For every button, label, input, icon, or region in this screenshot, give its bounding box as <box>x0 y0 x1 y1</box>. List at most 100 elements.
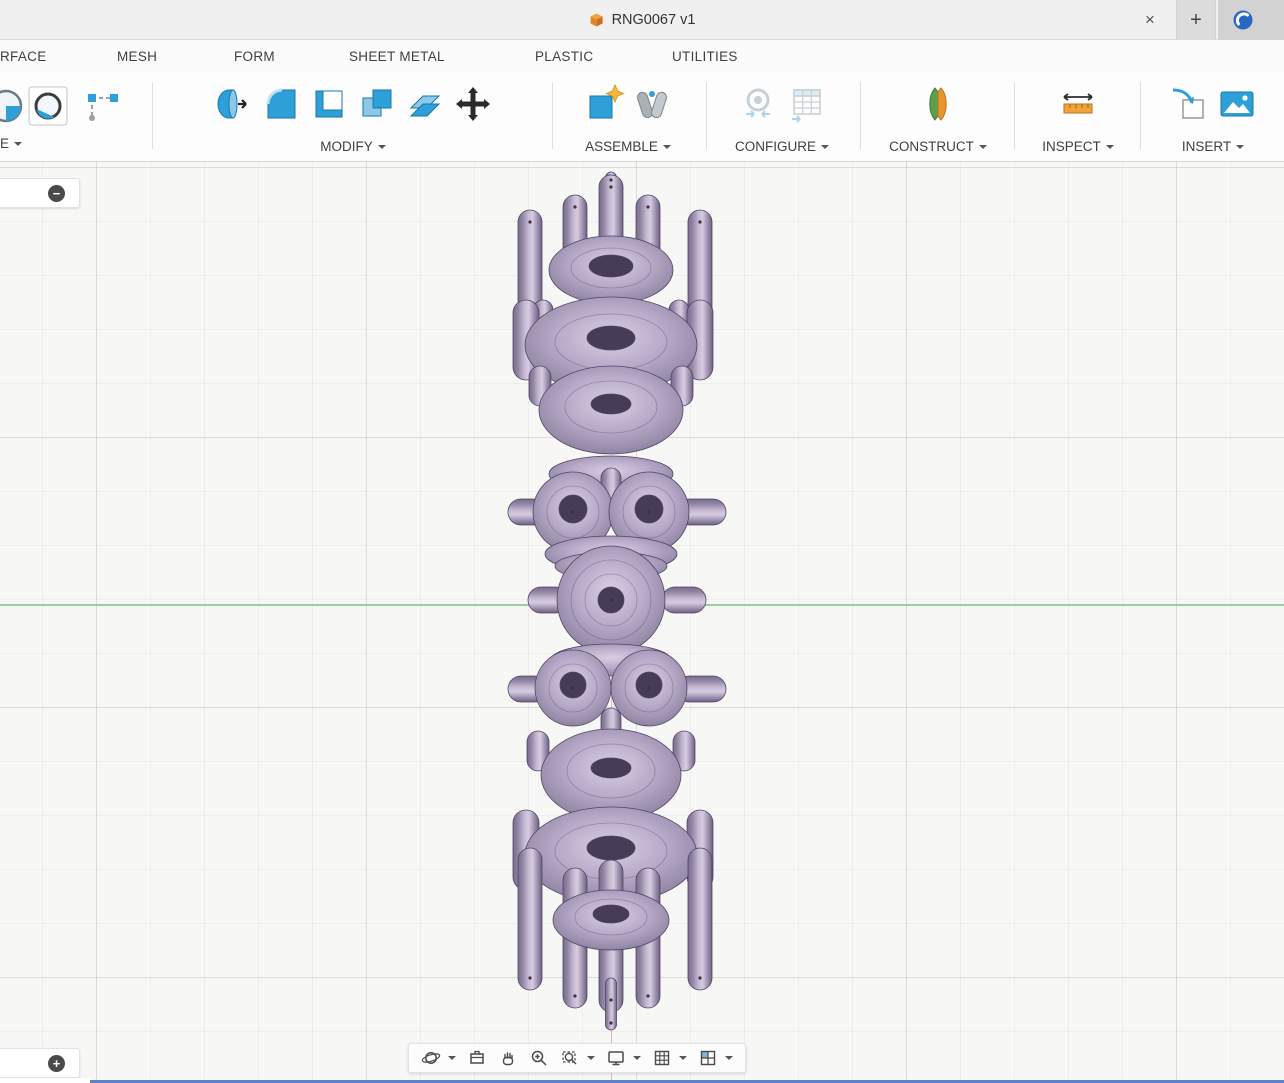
look-at-button[interactable] <box>464 1046 490 1070</box>
construct-icons-row <box>914 72 962 128</box>
create-menu-partial[interactable]: E <box>0 136 22 157</box>
tab-mesh[interactable]: MESH <box>117 40 157 72</box>
insert-image-icon[interactable] <box>1213 80 1261 128</box>
chevron-down-icon <box>14 142 22 150</box>
chevron-down-icon <box>979 145 987 153</box>
assemble-menu-label: ASSEMBLE <box>585 139 658 154</box>
workspace-tab-bar: RFACE MESH FORM SHEET METAL PLASTIC UTIL… <box>0 40 1284 72</box>
viewport-canvas[interactable]: − + <box>0 162 1284 1083</box>
toolbar-separator <box>152 82 153 149</box>
toolbar-separator <box>1014 82 1015 149</box>
chevron-down-icon <box>663 145 671 153</box>
document-tab[interactable]: RNG0067 v1 <box>589 0 696 40</box>
expand-button[interactable]: + <box>48 1055 65 1072</box>
display-settings-button[interactable] <box>603 1046 644 1070</box>
configuration-icon[interactable] <box>734 80 782 128</box>
browser-collapse-panel[interactable]: − <box>0 178 80 208</box>
chevron-down-icon <box>1236 145 1244 153</box>
new-component-icon[interactable] <box>580 80 628 128</box>
pan-button[interactable] <box>495 1046 521 1070</box>
sketch-constraint-icon[interactable] <box>84 84 128 133</box>
job-status-button[interactable] <box>1218 0 1284 40</box>
fusion-cube-icon <box>589 13 605 28</box>
toolbar-group-insert: INSERT <box>1150 72 1276 160</box>
assemble-icons-row <box>580 72 676 128</box>
zoom-window-button[interactable] <box>557 1046 598 1070</box>
chevron-down-icon <box>587 1056 595 1064</box>
chevron-down-icon <box>679 1056 687 1064</box>
insert-menu-label: INSERT <box>1182 139 1231 154</box>
chevron-down-icon <box>448 1056 456 1064</box>
chevron-down-icon <box>1106 145 1114 153</box>
configure-icons-row <box>734 72 830 128</box>
construction-plane-icon[interactable] <box>914 80 962 128</box>
zoom-window-icon <box>560 1048 580 1068</box>
modify-menu-label: MODIFY <box>320 139 373 154</box>
insert-menu[interactable]: INSERT <box>1182 139 1244 160</box>
model-3d[interactable] <box>490 168 740 1036</box>
construct-menu-label: CONSTRUCT <box>889 139 974 154</box>
toolbar-group-inspect: INSPECT <box>1022 72 1134 160</box>
modify-icons-row <box>209 72 497 128</box>
chevron-down-icon <box>378 145 386 153</box>
title-bar: RNG0067 v1 × + <box>0 0 1284 40</box>
collapse-button[interactable]: − <box>48 185 65 202</box>
combine-icon[interactable] <box>353 80 401 128</box>
timeline-expand-panel[interactable]: + <box>0 1048 80 1078</box>
grid-icon <box>652 1048 672 1068</box>
tab-surface-partial[interactable]: RFACE <box>0 40 47 72</box>
sphere-tool-icon[interactable] <box>26 84 70 133</box>
viewports-icon <box>698 1048 718 1068</box>
chevron-down-icon <box>633 1056 641 1064</box>
assemble-menu[interactable]: ASSEMBLE <box>585 139 671 160</box>
joint-icon[interactable] <box>628 80 676 128</box>
document-title: RNG0067 v1 <box>612 12 696 28</box>
look-at-icon <box>467 1048 487 1068</box>
tab-sheet-metal[interactable]: SHEET METAL <box>349 40 445 72</box>
pan-icon <box>498 1048 518 1068</box>
close-tab-button[interactable]: × <box>1134 0 1166 40</box>
chevron-down-icon <box>821 145 829 153</box>
fillet-icon[interactable] <box>257 80 305 128</box>
configure-menu-label: CONFIGURE <box>735 139 816 154</box>
sync-status-icon <box>1232 9 1254 31</box>
toolbar-separator <box>706 82 707 149</box>
configure-menu[interactable]: CONFIGURE <box>735 139 829 160</box>
move-copy-icon[interactable] <box>449 80 497 128</box>
timeline-corner <box>0 1078 90 1083</box>
toolbar-group-modify: MODIFY <box>162 72 544 160</box>
modify-menu[interactable]: MODIFY <box>320 139 386 160</box>
tab-utilities[interactable]: UTILITIES <box>672 40 738 72</box>
toolbar-group-construct: CONSTRUCT <box>880 72 996 160</box>
construct-menu[interactable]: CONSTRUCT <box>889 139 987 160</box>
partial-tool-icon[interactable] <box>0 84 28 133</box>
tab-form[interactable]: FORM <box>234 40 275 72</box>
insert-derive-icon[interactable] <box>1165 80 1213 128</box>
measure-icon[interactable] <box>1054 80 1102 128</box>
shell-icon[interactable] <box>305 80 353 128</box>
toolbar-separator <box>552 82 553 149</box>
orbit-button[interactable] <box>418 1046 459 1070</box>
inspect-icons-row <box>1054 72 1102 128</box>
chevron-down-icon <box>725 1056 733 1064</box>
toolbar: E <box>0 72 1284 162</box>
toolbar-group-configure: CONFIGURE <box>716 72 848 160</box>
insert-icons-row <box>1165 72 1261 128</box>
toolbar-separator <box>1140 82 1141 149</box>
display-settings-icon <box>606 1048 626 1068</box>
tab-plastic[interactable]: PLASTIC <box>535 40 593 72</box>
inspect-menu[interactable]: INSPECT <box>1042 139 1114 160</box>
viewports-button[interactable] <box>695 1046 736 1070</box>
create-menu-partial-label: E <box>0 136 9 151</box>
new-tab-button[interactable]: + <box>1176 0 1216 40</box>
fusion-app-window: RNG0067 v1 × + RFACE MESH FORM SHEET MET… <box>0 0 1284 1083</box>
view-navigation-bar <box>408 1043 746 1073</box>
toolbar-separator <box>860 82 861 149</box>
orbit-icon <box>421 1048 441 1068</box>
configuration-table-icon[interactable] <box>782 80 830 128</box>
press-pull-icon[interactable] <box>209 80 257 128</box>
split-body-icon[interactable] <box>401 80 449 128</box>
inspect-menu-label: INSPECT <box>1042 139 1101 154</box>
grid-display-button[interactable] <box>649 1046 690 1070</box>
zoom-button[interactable] <box>526 1046 552 1070</box>
